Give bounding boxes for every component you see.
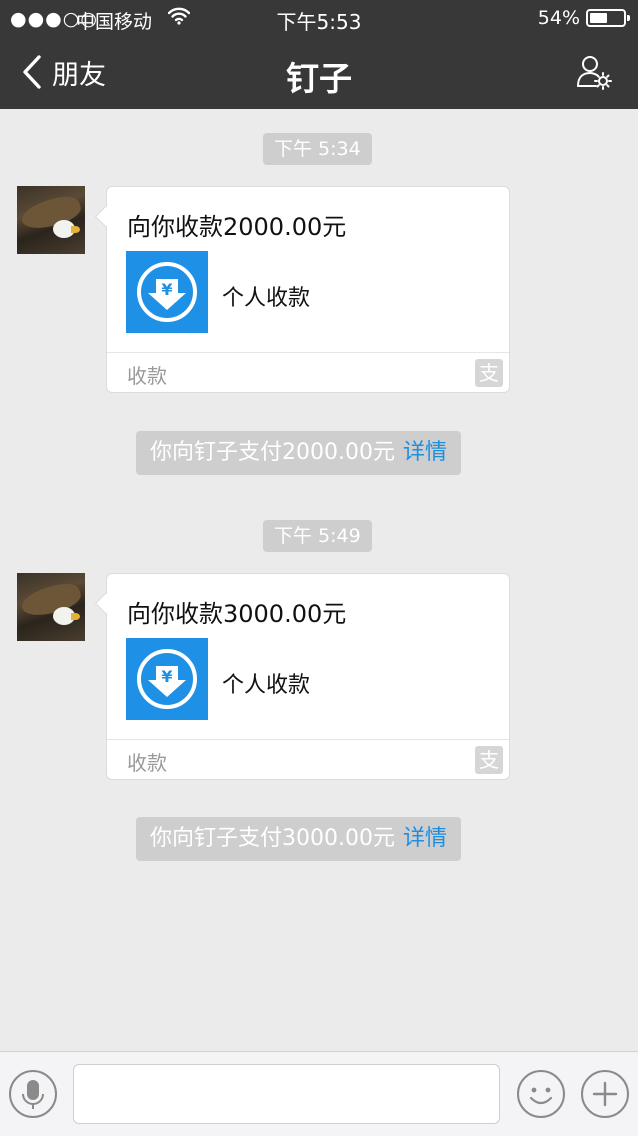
divider (107, 739, 509, 740)
status-bar: ●●●○○ 中国移动 下午5:53 54% (0, 0, 638, 36)
avatar[interactable] (17, 186, 85, 254)
microphone-icon (22, 1080, 44, 1109)
input-bar (0, 1051, 638, 1136)
payment-notice: 你向钉子支付2000.00元 详情 (136, 431, 461, 475)
notice-text: 你向钉子支付2000.00元 (150, 440, 395, 465)
emoji-button[interactable] (517, 1070, 565, 1118)
card-footer-label: 收款 (127, 751, 167, 775)
notice-text: 你向钉子支付3000.00元 (150, 826, 395, 851)
card-title: 向你收款2000.00元 (127, 213, 347, 241)
payment-request-card[interactable]: 向你收款3000.00元 ¥ 个人收款 收款 支 (106, 573, 510, 780)
divider (107, 352, 509, 353)
details-link[interactable]: 详情 (403, 440, 447, 465)
battery-fill (590, 13, 607, 23)
more-button[interactable] (581, 1070, 629, 1118)
card-footer-label: 收款 (127, 364, 167, 388)
emoji-icon (529, 1087, 553, 1105)
payment-request-card[interactable]: 向你收款2000.00元 ¥ 个人收款 收款 支 (106, 186, 510, 393)
svg-text:¥: ¥ (161, 667, 172, 686)
time-badge: 下午 5:34 (263, 133, 372, 165)
yuan-download-icon: ¥ (126, 251, 208, 333)
card-title: 向你收款3000.00元 (127, 600, 347, 628)
details-link[interactable]: 详情 (403, 826, 447, 851)
alipay-icon: 支 (475, 746, 503, 774)
voice-button[interactable] (9, 1070, 57, 1118)
payment-notice: 你向钉子支付3000.00元 详情 (136, 817, 461, 861)
page-title: 钉子 (286, 59, 352, 98)
plus-icon (592, 1081, 618, 1107)
time-badge: 下午 5:49 (263, 520, 372, 552)
profile-settings-icon[interactable] (576, 54, 612, 90)
battery-icon (586, 9, 630, 27)
battery-percent: 54% (537, 7, 580, 29)
nav-bar: 朋友 钉子 (0, 36, 638, 109)
avatar[interactable] (17, 573, 85, 641)
yuan-download-icon: ¥ (126, 638, 208, 720)
alipay-icon: 支 (475, 359, 503, 387)
card-description: 个人收款 (222, 673, 311, 698)
svg-text:¥: ¥ (161, 280, 172, 299)
card-description: 个人收款 (222, 286, 311, 311)
message-input[interactable] (73, 1064, 500, 1124)
header: ●●●○○ 中国移动 下午5:53 54% 朋友 钉子 (0, 0, 638, 109)
